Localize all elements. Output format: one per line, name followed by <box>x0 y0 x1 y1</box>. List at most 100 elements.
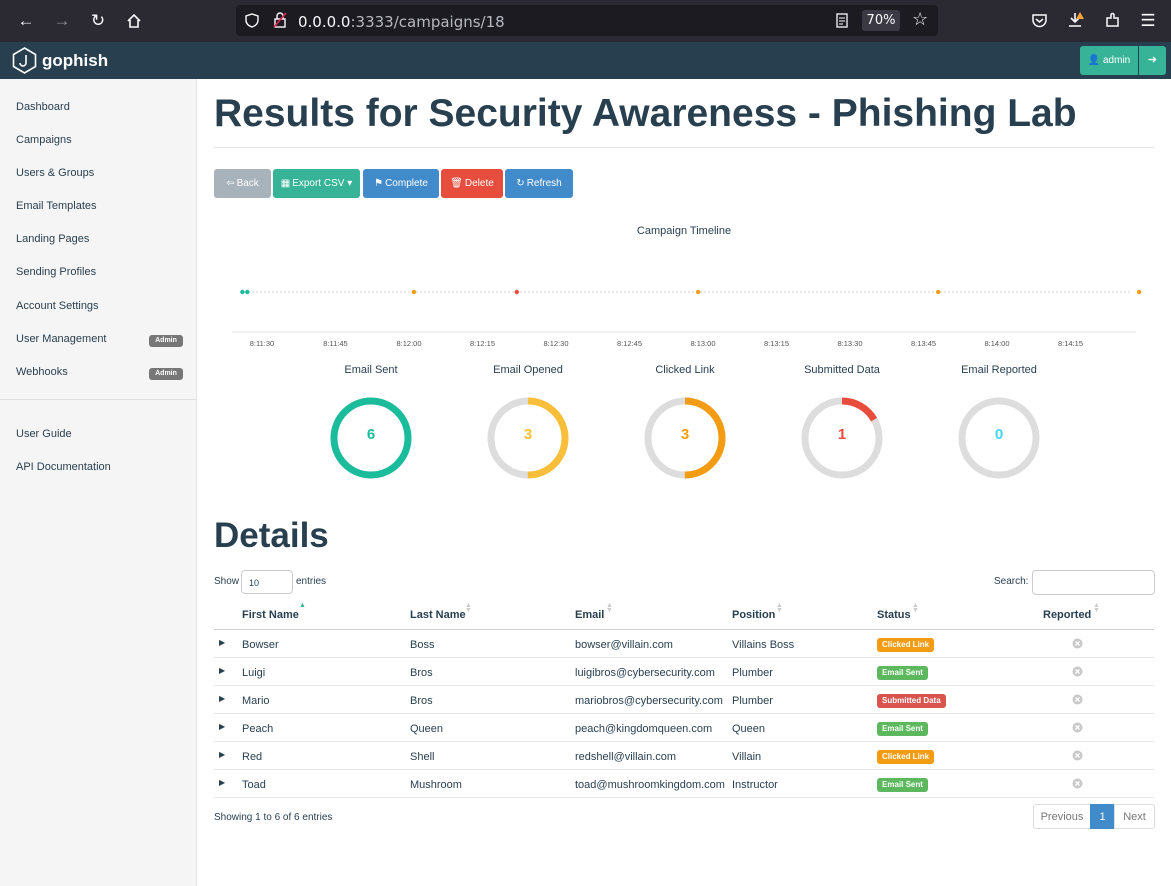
page-title: Results for Security Awareness - Phishin… <box>214 92 1077 135</box>
cell-last: Bros <box>410 667 433 679</box>
cell-first: Mario <box>242 695 270 707</box>
sort-icon: ▲ ▼ <box>776 602 783 614</box>
back-button[interactable]: ⇦ Back <box>214 169 271 198</box>
column-header-first-name[interactable]: First Name <box>242 609 299 621</box>
account-button[interactable]: 👤 admin <box>1080 46 1138 75</box>
menu-icon[interactable]: ☰ <box>1138 11 1158 31</box>
column-header-status[interactable]: Status <box>877 609 911 621</box>
details-heading: Details <box>214 516 329 555</box>
sidebar-item-user-guide[interactable]: User Guide <box>16 428 72 440</box>
cell-email: toad@mushroomkingdom.com <box>575 779 725 791</box>
page-length-select[interactable]: 10 <box>241 570 293 594</box>
stat-label-email-opened: Email Opened <box>493 364 563 376</box>
times-circle-icon <box>1072 722 1083 733</box>
table-row[interactable]: ▶ Mario Bros mariobros@cybersecurity.com Plu… <box>214 686 1154 714</box>
refresh-button-label: Refresh <box>526 178 562 189</box>
expand-caret-icon[interactable]: ▶ <box>219 638 225 647</box>
donut-clicked-link[interactable]: 3 <box>643 396 727 480</box>
times-circle-icon <box>1072 750 1083 761</box>
sidebar-item-api-documentation[interactable]: API Documentation <box>16 461 111 473</box>
sidebar-item-dashboard[interactable]: Dashboard <box>16 101 70 113</box>
refresh-icon: ↻ <box>516 178 525 189</box>
export-csv-button[interactable]: ▦ Export CSV ▾ <box>273 169 360 198</box>
arrow-circle-left-icon: ⇦ <box>226 178 235 189</box>
timeline-tick-label: 8:14:15 <box>1058 339 1083 348</box>
brand[interactable]: gophish <box>12 46 108 75</box>
donut-email-reported[interactable]: 0 <box>957 396 1041 480</box>
account-label: admin <box>1102 55 1131 66</box>
donut-email-opened[interactable]: 3 <box>486 396 570 480</box>
times-circle-icon <box>1072 666 1083 677</box>
pocket-icon[interactable] <box>1031 13 1048 29</box>
admin-badge: Admin <box>149 335 183 347</box>
donut-submitted-data[interactable]: 1 <box>800 396 884 480</box>
downloads-icon[interactable] <box>1067 11 1085 29</box>
cell-email: peach@kingdomqueen.com <box>575 723 713 735</box>
timeline-tick-label: 8:13:45 <box>911 339 936 348</box>
times-circle-icon <box>1072 694 1083 705</box>
cell-position: Instructor <box>732 779 778 791</box>
cell-first: Red <box>242 751 263 763</box>
forward-arrow-icon[interactable]: → <box>52 11 72 31</box>
donut-email-sent[interactable]: 6 <box>329 396 413 480</box>
reload-icon[interactable]: ↻ <box>88 11 108 31</box>
zoom-level[interactable]: 70% <box>862 10 900 31</box>
expand-caret-icon[interactable]: ▶ <box>219 750 225 759</box>
expand-caret-icon[interactable]: ▶ <box>219 778 225 787</box>
table-row[interactable]: ▶ Luigi Bros luigibros@cybersecurity.com Plu… <box>214 658 1154 686</box>
flag-checkered-icon: ⚑ <box>374 178 384 189</box>
status-badge: Submitted Data <box>877 694 946 708</box>
sidebar-item-email-templates[interactable]: Email Templates <box>16 200 97 212</box>
delete-button[interactable]: 🗑 Delete <box>441 169 503 198</box>
sidebar-item-user-management[interactable]: User Management <box>16 333 107 345</box>
sidebar-item-webhooks[interactable]: Webhooks <box>16 366 68 378</box>
cell-position: Queen <box>732 723 766 735</box>
address-bar[interactable]: 0.0.0.0:3333/campaigns/18 70% ☆ <box>236 5 938 36</box>
timeline-tick-label: 8:11:45 <box>323 339 347 348</box>
table-row[interactable]: ▶ Bowser Boss bowser@villain.com Villains Bo… <box>214 630 1154 658</box>
table-row[interactable]: ▶ Red Shell redshell@villain.com Villain Clic… <box>214 742 1154 770</box>
column-header-last-name[interactable]: Last Name <box>410 609 466 621</box>
pagination-page-1[interactable]: 1 <box>1090 804 1115 829</box>
pagination-next[interactable]: Next <box>1114 804 1155 829</box>
column-header-email[interactable]: Email <box>575 609 604 621</box>
sidebar-item-landing-pages[interactable]: Landing Pages <box>16 233 89 245</box>
times-circle-icon <box>1072 778 1083 789</box>
cell-email: bowser@villain.com <box>575 639 673 651</box>
back-button-label: Back <box>236 178 259 189</box>
timeline-event-point <box>514 289 519 295</box>
extensions-icon[interactable] <box>1104 12 1121 29</box>
back-arrow-icon[interactable]: ← <box>16 11 36 31</box>
pagination-previous[interactable]: Previous <box>1033 804 1091 829</box>
cell-last: Mushroom <box>410 779 462 791</box>
expand-caret-icon[interactable]: ▶ <box>219 666 225 675</box>
table-row[interactable]: ▶ Peach Queen peach@kingdomqueen.com Queen Em… <box>214 714 1154 742</box>
status-badge: Email Sent <box>877 722 928 736</box>
sidebar-item-campaigns[interactable]: Campaigns <box>16 134 72 146</box>
column-header-position[interactable]: Position <box>732 609 775 621</box>
timeline-tick-label: 8:13:00 <box>690 339 715 348</box>
status-badge: Email Sent <box>877 778 928 792</box>
stat-label-submitted-data: Submitted Data <box>804 364 880 376</box>
complete-button[interactable]: ⚑ Complete <box>363 169 439 198</box>
search-input[interactable] <box>1032 570 1155 595</box>
logout-button[interactable]: ➜ <box>1139 46 1166 75</box>
insecure-lock-icon <box>273 12 287 28</box>
column-header-reported[interactable]: Reported <box>1043 609 1091 621</box>
browser-toolbar: ← → ↻ 0.0.0.0:3333/campaigns/18 70% ☆ ☰ <box>0 0 1171 42</box>
sidebar-item-sending-profiles[interactable]: Sending Profiles <box>16 266 96 278</box>
sidebar-item-users-groups[interactable]: Users & Groups <box>16 167 94 179</box>
expand-caret-icon[interactable]: ▶ <box>219 722 225 731</box>
cell-email: luigibros@cybersecurity.com <box>575 667 715 679</box>
sidebar-item-account-settings[interactable]: Account Settings <box>16 300 99 312</box>
reader-view-icon[interactable] <box>836 13 848 28</box>
bookmark-star-icon[interactable]: ☆ <box>912 9 928 30</box>
expand-caret-icon[interactable]: ▶ <box>219 694 225 703</box>
export-button-label: Export CSV <box>292 178 345 189</box>
cell-first: Luigi <box>242 667 266 679</box>
status-badge: Clicked Link <box>877 638 935 652</box>
home-icon[interactable] <box>124 11 144 31</box>
refresh-button[interactable]: ↻ Refresh <box>505 169 573 198</box>
table-row[interactable]: ▶ Toad Mushroom toad@mushroomkingdom.com Ins… <box>214 770 1154 798</box>
shield-icon <box>245 13 259 28</box>
